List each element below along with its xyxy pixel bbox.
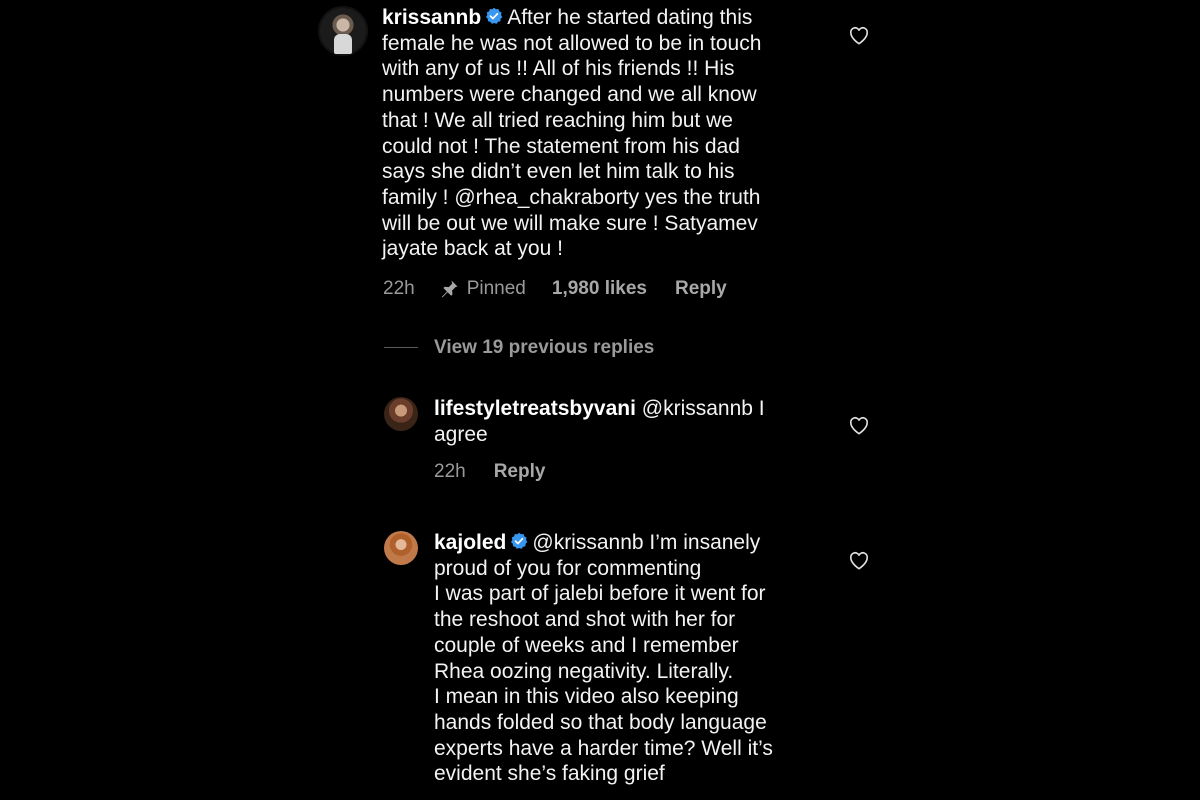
heart-outline-icon[interactable] [848,550,870,570]
comment-time: 22h [383,278,415,299]
comment-username[interactable]: krissannb [382,6,481,29]
reply-username[interactable]: kajoled [434,531,506,554]
reply-time: 22h [434,461,466,482]
view-previous-replies-button[interactable]: View 19 previous replies [434,337,654,359]
reply-comment: lifestyletreatsbyvani @krissannb I agree [434,396,824,447]
reply-meta: 22h Reply [434,461,545,483]
heart-outline-icon[interactable] [848,415,870,435]
replies-divider [384,347,418,348]
avatar-kajoled[interactable] [384,531,418,565]
reply-button[interactable]: Reply [494,461,546,483]
pin-icon [441,280,458,298]
reply-username[interactable]: lifestyletreatsbyvani [434,397,636,420]
reply-comment: kajoled @krissannb I’m insanely proud of … [434,530,834,787]
main-comment: krissannb After he started dating this fe… [382,5,822,262]
verified-badge-icon [511,532,528,549]
avatar-lifestyletreatsbyvani[interactable] [384,397,418,431]
reply-button[interactable]: Reply [675,278,727,300]
avatar-figure [334,34,352,54]
avatar-krissannb[interactable] [318,6,368,56]
verified-badge-icon [486,7,503,24]
main-comment-text: After he started dating this female he w… [382,6,762,261]
heart-outline-icon[interactable] [848,25,870,45]
comments-screen: krissannb After he started dating this fe… [0,0,1200,800]
main-comment-meta: 22h Pinned 1,980 likes Reply [383,278,727,300]
likes-count[interactable]: 1,980 likes [552,278,647,300]
pinned-label: Pinned [466,278,526,299]
reply-text: @krissannb I’m insanely proud of you for… [434,531,773,786]
